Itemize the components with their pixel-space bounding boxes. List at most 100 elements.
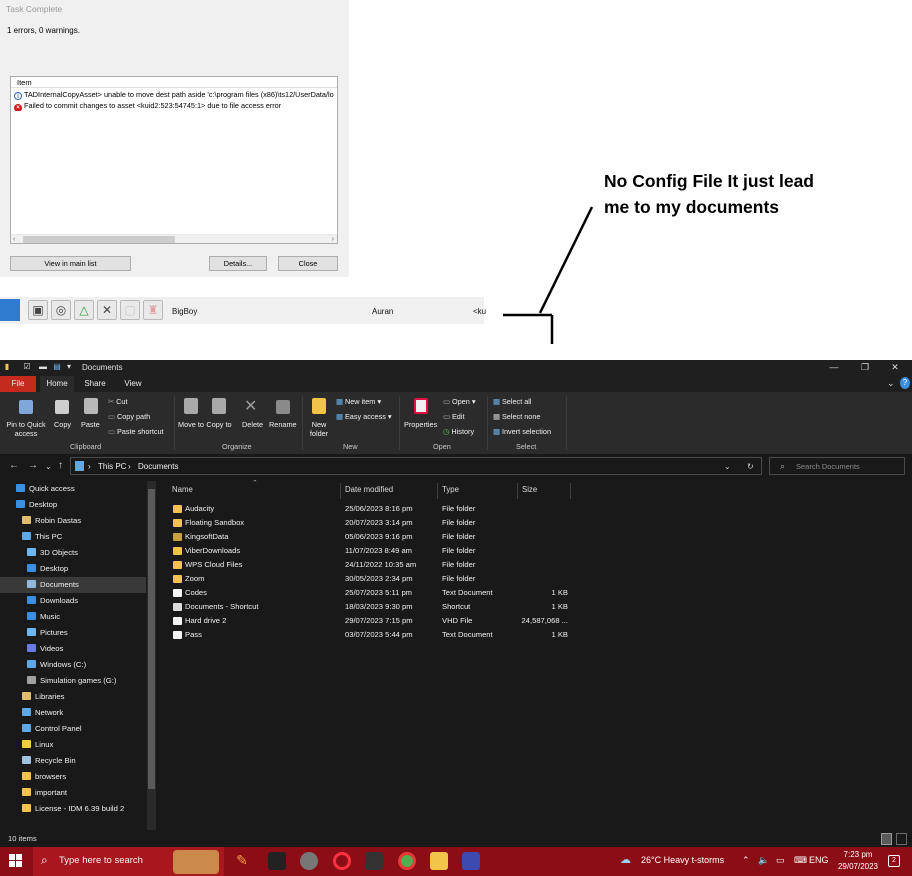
details-button[interactable]: Details...: [209, 256, 267, 271]
history-button[interactable]: ◷ History: [443, 427, 474, 436]
column-type[interactable]: Type: [442, 481, 459, 499]
file-row[interactable]: Codes 25/07/2023 5:11 pm Text Document 1 KB: [170, 586, 570, 600]
clock[interactable]: 7:23 pm 29/07/2023: [832, 849, 884, 873]
trainz-app-icon[interactable]: [462, 852, 480, 870]
scroll-left-icon[interactable]: ‹: [13, 235, 15, 244]
search-input[interactable]: Search Documents: [796, 462, 860, 471]
figure-icon[interactable]: ♜: [143, 300, 163, 320]
notification-icon[interactable]: 2: [888, 855, 900, 867]
pixellab-app-icon[interactable]: [268, 852, 286, 870]
taskbar-search[interactable]: ⌕ Type here to search: [33, 847, 224, 876]
taskbar-search-input[interactable]: Type here to search: [59, 855, 143, 866]
file-row[interactable]: WPS Cloud Files 24/11/2022 10:35 am File f…: [170, 558, 570, 572]
close-icon[interactable]: ✕: [885, 362, 905, 373]
new-folder-quick-icon[interactable]: ▬: [38, 362, 48, 373]
breadcrumb-documents[interactable]: Documents: [138, 462, 178, 471]
nav-item[interactable]: Desktop: [0, 561, 146, 577]
list-item[interactable]: × Failed to commit changes to asset <kuid…: [14, 101, 336, 111]
weather-icon[interactable]: ☁: [620, 853, 631, 866]
close-button[interactable]: Close: [278, 256, 338, 271]
file-row[interactable]: ViberDownloads 11/07/2023 8:49 am File fol…: [170, 544, 570, 558]
nav-item[interactable]: Robin Dastas: [0, 513, 146, 529]
help-icon[interactable]: ?: [900, 377, 910, 389]
column-name[interactable]: Name: [172, 481, 193, 499]
column-separator[interactable]: [517, 483, 518, 499]
recent-locations-icon[interactable]: ⌄: [45, 462, 52, 471]
scrollbar-thumb[interactable]: [148, 489, 155, 789]
back-icon[interactable]: ←: [9, 460, 19, 471]
nav-item[interactable]: Downloads: [0, 593, 146, 609]
nav-item[interactable]: Libraries: [0, 689, 146, 705]
address-dropdown-icon[interactable]: ⌄: [724, 462, 731, 471]
file-row[interactable]: Zoom 30/05/2023 2:34 pm File folder: [170, 572, 570, 586]
game-app-icon[interactable]: [365, 852, 383, 870]
edit-button[interactable]: ▭ Edit: [443, 412, 465, 421]
details-view-icon[interactable]: [881, 833, 892, 845]
network-tray-icon[interactable]: ▭: [776, 855, 785, 866]
forward-icon[interactable]: →: [28, 460, 38, 471]
column-separator[interactable]: [570, 483, 571, 499]
file-explorer-app-icon[interactable]: [430, 852, 448, 870]
refresh-icon[interactable]: ↻: [747, 462, 754, 471]
dialog-item-list[interactable]: Item i TADInternalCopyAsset> unable to mo…: [10, 76, 338, 244]
new-folder-button[interactable]: New folder: [306, 420, 332, 438]
file-row[interactable]: Floating Sandbox 20/07/2023 3:14 pm File f…: [170, 516, 570, 530]
show-hidden-icons-icon[interactable]: ⌃: [742, 855, 750, 866]
nav-scrollbar[interactable]: [147, 481, 156, 830]
language-indicator[interactable]: ENG: [809, 855, 829, 865]
column-separator[interactable]: [437, 483, 438, 499]
tab-file[interactable]: File: [0, 376, 36, 392]
address-bar[interactable]: › This PC › Documents ⌄ ↻: [70, 457, 762, 475]
tab-view[interactable]: View: [116, 376, 150, 392]
minimize-icon[interactable]: —: [824, 362, 844, 372]
properties-button[interactable]: Properties: [404, 420, 437, 429]
nav-item[interactable]: Windows (C:): [0, 657, 146, 673]
nav-item[interactable]: Documents: [0, 577, 146, 593]
breadcrumb-this-pc[interactable]: This PC: [98, 462, 126, 471]
view-in-main-list-button[interactable]: View in main list: [10, 256, 131, 271]
nav-item[interactable]: Pictures: [0, 625, 146, 641]
volume-icon[interactable]: 🔈: [758, 855, 769, 866]
search-box[interactable]: ⌕ Search Documents: [769, 457, 905, 475]
invert-selection-button[interactable]: ▦ Invert selection: [493, 427, 551, 436]
tab-share[interactable]: Share: [78, 376, 112, 392]
weather-text[interactable]: 26°C Heavy t-storms: [641, 855, 724, 865]
file-row[interactable]: Documents - Shortcut 18/03/2023 9:30 pm Sh…: [170, 600, 570, 614]
disc-icon[interactable]: ◎: [51, 300, 71, 320]
folder-view-icon[interactable]: ▤: [52, 362, 62, 373]
cut-button[interactable]: ✂ Cut: [108, 397, 128, 406]
nav-item[interactable]: Music: [0, 609, 146, 625]
open-button[interactable]: ▭ Open ▾: [443, 397, 476, 406]
restore-icon[interactable]: ❐: [855, 362, 875, 373]
triangle-icon[interactable]: △: [74, 300, 94, 320]
nav-item[interactable]: Control Panel: [0, 721, 146, 737]
move-to-button[interactable]: Move to: [178, 420, 204, 429]
file-row[interactable]: KingsoftData 05/06/2023 9:16 pm File folde…: [170, 530, 570, 544]
scrollbar-thumb[interactable]: [23, 236, 175, 243]
file-row[interactable]: Pass 03/07/2023 5:44 pm Text Document 1 KB: [170, 628, 570, 642]
select-none-button[interactable]: ▦ Select none: [493, 412, 540, 421]
select-all-button[interactable]: ▦ Select all: [493, 397, 532, 406]
settings-app-icon[interactable]: [300, 852, 318, 870]
new-item-button[interactable]: ▦ New item ▾: [336, 397, 381, 406]
paste-button[interactable]: Paste: [81, 420, 100, 429]
keyboard-icon[interactable]: ⌨: [794, 855, 807, 866]
file-row[interactable]: Hard drive 2 29/07/2023 7:15 pm VHD File 24…: [170, 614, 570, 628]
paste-shortcut-button[interactable]: ▭ Paste shortcut: [108, 427, 164, 436]
windows-start-icon[interactable]: [9, 854, 22, 867]
nav-item[interactable]: Quick access: [0, 481, 146, 497]
chrome-app-icon[interactable]: [398, 852, 416, 870]
nav-item[interactable]: Linux: [0, 737, 146, 753]
asset-tool-icon[interactable]: ▣: [28, 300, 48, 320]
tab-home[interactable]: Home: [40, 376, 74, 392]
nav-item[interactable]: important: [0, 785, 146, 801]
chevron-down-icon[interactable]: ▾: [64, 362, 74, 373]
copy-button[interactable]: Copy: [54, 420, 71, 429]
large-icons-view-icon[interactable]: [896, 833, 907, 845]
horizontal-scrollbar[interactable]: ‹ ›: [11, 234, 337, 243]
item-column-header[interactable]: Item: [11, 77, 337, 88]
column-size[interactable]: Size: [522, 481, 537, 499]
list-item[interactable]: i TADInternalCopyAsset> unable to move de…: [14, 90, 336, 100]
copy-path-button[interactable]: ▭ Copy path: [108, 412, 150, 421]
nav-item[interactable]: Simulation games (G:): [0, 673, 146, 689]
